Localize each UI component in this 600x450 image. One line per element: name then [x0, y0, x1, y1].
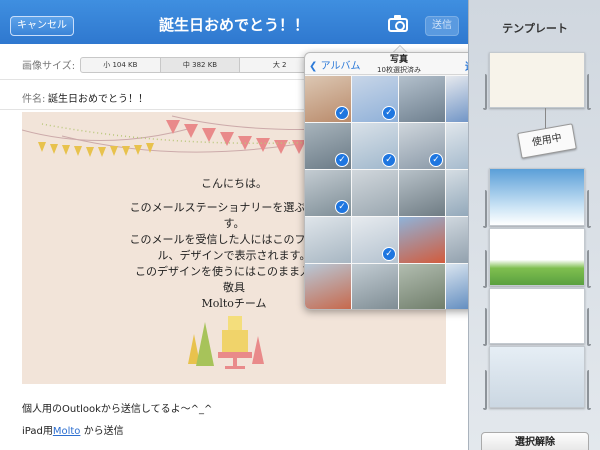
rack-wire [483, 190, 487, 228]
photo-thumbnail[interactable]: ✓ [352, 76, 398, 122]
checkmark-icon: ✓ [382, 247, 396, 261]
template-panel-title: テンプレート [502, 22, 568, 35]
subject-label: 件名: [22, 94, 46, 105]
checkmark-icon: ✓ [382, 106, 396, 120]
photo-thumbnail[interactable]: ✓ [352, 217, 398, 263]
chevron-left-icon: ❮ [309, 61, 318, 72]
image-size-selector: 小 104 KB 中 382 KB 大 2 [80, 57, 320, 73]
photo-thumbnail[interactable] [399, 217, 445, 263]
rack-wire [587, 370, 591, 410]
subject-field[interactable]: 誕生日おめでとう！！ [48, 90, 148, 105]
molto-link[interactable]: Molto [53, 426, 81, 437]
photo-thumbnail[interactable] [305, 217, 351, 263]
template-panel: テンプレート 使用中 選択解除 [468, 0, 600, 450]
checkmark-icon: ✓ [335, 153, 349, 167]
checkmark-icon: ✓ [335, 200, 349, 214]
template-card[interactable] [489, 346, 585, 408]
footer-prefix: iPad用 [22, 426, 53, 437]
tag-string [545, 108, 546, 130]
photo-thumbnail[interactable]: ✓ [305, 170, 351, 216]
photo-thumbnail[interactable] [399, 170, 445, 216]
photo-picker-header: ❮ アルバム 写真 10枚選択済み 追加 [305, 53, 491, 75]
deselect-button[interactable]: 選択解除 [481, 432, 589, 450]
footer-suffix: から送信 [80, 426, 124, 437]
rack-wire [587, 190, 591, 228]
album-back-button[interactable]: ❮ アルバム [309, 57, 360, 72]
template-card[interactable] [489, 168, 585, 226]
photo-thumbnail[interactable]: ✓ [305, 76, 351, 122]
checkmark-icon: ✓ [382, 153, 396, 167]
photo-thumbnail[interactable] [305, 264, 351, 309]
footer-line-1: 個人用のOutlookから送信してるよ〜^_^ [22, 404, 213, 415]
photo-thumbnail[interactable] [399, 264, 445, 309]
send-button[interactable]: 送信 [425, 16, 459, 36]
camera-icon[interactable] [388, 15, 408, 32]
photo-grid: ✓✓✓✓✓✓✓✓✓✓ [305, 76, 491, 309]
photo-thumbnail[interactable] [352, 264, 398, 309]
photo-picker-title: 写真 10枚選択済み [363, 55, 435, 75]
size-option-small[interactable]: 小 104 KB [81, 58, 161, 72]
photo-picker-popover: ❮ アルバム 写真 10枚選択済み 追加 ✓✓✓✓✓✓✓✓✓✓ [304, 52, 492, 310]
rack-wire [483, 308, 487, 346]
template-card[interactable] [489, 52, 585, 108]
template-card[interactable] [489, 228, 585, 286]
size-option-medium[interactable]: 中 382 KB [160, 58, 241, 72]
cancel-button[interactable]: キャンセル [10, 16, 74, 36]
rack-wire [483, 370, 487, 410]
page-title: 誕生日おめでとう！！ [158, 16, 309, 34]
rack-wire [483, 74, 487, 110]
rack-wire [483, 250, 487, 288]
photo-thumbnail[interactable]: ✓ [352, 123, 398, 169]
photo-thumbnail[interactable] [399, 76, 445, 122]
compose-header: キャンセル 誕生日おめでとう！！ 送信 [0, 0, 468, 44]
rack-wire [587, 74, 591, 110]
checkmark-icon: ✓ [429, 153, 443, 167]
in-use-tag: 使用中 [517, 123, 577, 159]
photo-thumbnail[interactable]: ✓ [305, 123, 351, 169]
template-card[interactable] [489, 288, 585, 344]
checkmark-icon: ✓ [335, 106, 349, 120]
footer-line-2: iPad用Molto から送信 [22, 422, 124, 437]
album-back-label: アルバム [320, 61, 361, 72]
photo-thumbnail[interactable] [352, 170, 398, 216]
photo-thumbnail[interactable]: ✓ [399, 123, 445, 169]
rack-wire [587, 308, 591, 346]
photo-picker-title-text: 写真 [389, 55, 408, 65]
rack-wire [587, 250, 591, 288]
selection-count: 10枚選択済み [377, 66, 421, 74]
image-size-label: 画像サイズ: [22, 61, 76, 72]
